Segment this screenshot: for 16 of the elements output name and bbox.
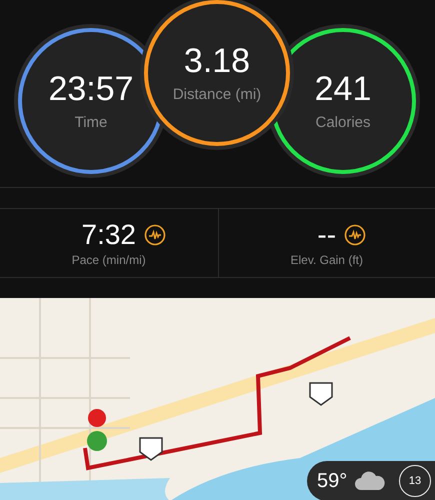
- stat-value: 7:32: [82, 219, 136, 251]
- activity-icon[interactable]: [144, 224, 166, 246]
- metric-value: 241: [314, 70, 372, 108]
- metric-value: 23:57: [48, 70, 134, 108]
- stat-label: Elev. Gain (ft): [290, 253, 363, 267]
- temperature: 59°: [317, 470, 348, 492]
- weather-badge[interactable]: 59° 13: [307, 461, 435, 500]
- metric-label: Distance (mi): [172, 86, 262, 104]
- metric-label: Time: [74, 114, 108, 132]
- metric-value: 3.18: [184, 42, 250, 80]
- stat-value: --: [317, 219, 336, 251]
- metric-label: Calories: [315, 114, 371, 132]
- air-quality-index: 13: [399, 465, 431, 497]
- activity-icon[interactable]: [344, 224, 366, 246]
- stat-label: Pace (min/mi): [72, 253, 146, 267]
- cloud-icon: [353, 470, 388, 492]
